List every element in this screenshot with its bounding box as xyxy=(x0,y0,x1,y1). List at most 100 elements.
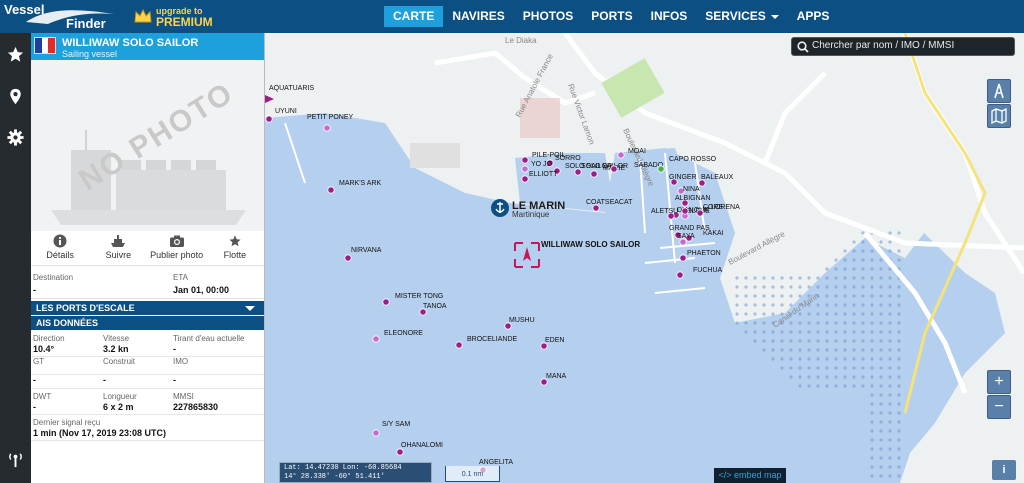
shallow-dot xyxy=(825,267,829,271)
shallow-dot xyxy=(870,330,874,334)
map-info-button[interactable]: i xyxy=(992,460,1016,480)
vessel-marker[interactable] xyxy=(323,124,331,132)
logo-text-finder: Finder xyxy=(66,16,106,31)
gear-icon[interactable] xyxy=(6,128,25,147)
shallow-dot xyxy=(879,339,883,343)
shallow-dot xyxy=(870,465,874,469)
shallow-dot xyxy=(843,285,847,289)
shallow-dot xyxy=(852,303,856,307)
vessel-marker[interactable] xyxy=(382,298,390,306)
vessel-marker[interactable] xyxy=(396,448,404,456)
shallow-dot xyxy=(888,411,892,415)
shallow-dot xyxy=(888,348,892,352)
map-canvas[interactable]: Rue Victor Lamon Rue Anatole France Boulev… xyxy=(265,33,1024,483)
shallow-dot xyxy=(879,456,883,460)
shallow-dot xyxy=(807,366,811,370)
nav-infos[interactable]: INFOS xyxy=(642,6,697,27)
vessel-label: ANGELITA xyxy=(479,459,513,466)
upgrade-premium-link[interactable]: upgrade to PREMIUM xyxy=(134,6,234,29)
vessel-marker[interactable] xyxy=(344,254,352,262)
eta-label: ETA xyxy=(173,273,188,282)
shallow-dot xyxy=(888,303,892,307)
vessel-label: COATSEACAT xyxy=(586,199,633,206)
antenna-icon[interactable] xyxy=(6,450,25,469)
nav-ports[interactable]: PORTS xyxy=(582,6,641,27)
vessel-search-input[interactable]: Chercher par nom / IMO / MMSI xyxy=(791,37,1015,56)
shallow-dot xyxy=(888,384,892,388)
vessel-marker[interactable] xyxy=(679,254,687,262)
shallow-dot xyxy=(879,411,883,415)
shallow-dot xyxy=(897,447,901,451)
nav-services[interactable]: SERVICES xyxy=(696,6,787,27)
shallow-dot xyxy=(843,276,847,280)
follow-button[interactable]: Suivre xyxy=(89,231,147,265)
zoom-in-button[interactable]: + xyxy=(987,370,1011,394)
shallow-dot xyxy=(807,357,811,361)
embed-map-button[interactable]: </> embed map xyxy=(714,468,786,483)
vesselfinder-logo[interactable]: Vessel Finder xyxy=(4,2,122,32)
nav-apps[interactable]: APPS xyxy=(788,6,839,27)
vessel-marker[interactable] xyxy=(455,341,463,349)
publish-photo-button[interactable]: Publier photo xyxy=(148,231,206,265)
details-label: Détails xyxy=(46,250,74,260)
shallow-dot xyxy=(888,429,892,433)
shallow-dot xyxy=(798,375,802,379)
shallow-dot xyxy=(861,366,865,370)
vessel-marker[interactable] xyxy=(327,186,335,194)
shallow-dot xyxy=(888,465,892,469)
shallow-dot xyxy=(861,285,865,289)
vessel-marker[interactable] xyxy=(521,156,529,164)
measure-tool-button[interactable] xyxy=(987,79,1011,103)
shallow-dot xyxy=(852,375,856,379)
vessel-marker[interactable] xyxy=(676,271,684,279)
shallow-dot xyxy=(870,375,874,379)
vessel-marker[interactable] xyxy=(657,165,665,173)
shallow-dot xyxy=(798,384,802,388)
shallow-dot xyxy=(762,285,766,289)
shallow-dot xyxy=(852,339,856,343)
vessel-marker[interactable] xyxy=(610,165,618,173)
shallow-dot xyxy=(816,321,820,325)
ports-of-call-section[interactable]: LES PORTS D'ESCALE xyxy=(31,301,264,316)
shallow-dot xyxy=(870,357,874,361)
vessel-marker[interactable] xyxy=(521,165,529,173)
shallow-dot xyxy=(861,312,865,316)
nav-carte[interactable]: CARTE xyxy=(384,6,444,27)
shallow-dot xyxy=(861,276,865,280)
vessel-label: ELLIOTT xyxy=(529,171,558,178)
shallow-dot xyxy=(780,339,784,343)
location-pin-icon[interactable] xyxy=(6,87,25,106)
shallow-dot xyxy=(825,276,829,280)
shallow-dot xyxy=(780,357,784,361)
vessel-marker[interactable] xyxy=(372,429,380,437)
vessel-marker[interactable] xyxy=(617,151,625,159)
shallow-dot xyxy=(798,321,802,325)
fleet-button[interactable]: Flotte xyxy=(206,231,264,265)
shallow-dot xyxy=(744,330,748,334)
shallow-dot xyxy=(816,339,820,343)
vessel-marker[interactable] xyxy=(590,170,598,178)
shallow-dot xyxy=(897,330,901,334)
shallow-dot xyxy=(771,348,775,352)
shallow-dot xyxy=(735,285,739,289)
nav-navires[interactable]: NAVIRES xyxy=(443,6,513,27)
shallow-dot xyxy=(780,348,784,352)
star-icon[interactable] xyxy=(6,45,25,64)
shallow-dot xyxy=(753,339,757,343)
map-layers-button[interactable] xyxy=(987,104,1011,128)
nav-photos[interactable]: PHOTOS xyxy=(514,6,582,27)
vessel-marker[interactable] xyxy=(372,335,380,343)
shallow-dot xyxy=(870,447,874,451)
zoom-out-button[interactable]: − xyxy=(987,395,1011,419)
details-button[interactable]: Détails xyxy=(31,231,89,265)
publish-photo-label: Publier photo xyxy=(150,250,204,260)
shallow-dot xyxy=(852,258,856,262)
shallow-dot xyxy=(879,366,883,370)
crown-icon xyxy=(134,8,152,23)
shallow-dot xyxy=(825,348,829,352)
map-svg[interactable]: Rue Victor LamonRue Anatole FranceBoulev… xyxy=(265,33,1024,483)
vessel-marker[interactable] xyxy=(521,175,529,183)
shallow-dot xyxy=(897,321,901,325)
vessel-marker[interactable] xyxy=(681,207,689,215)
vessel-marker[interactable] xyxy=(265,115,273,123)
